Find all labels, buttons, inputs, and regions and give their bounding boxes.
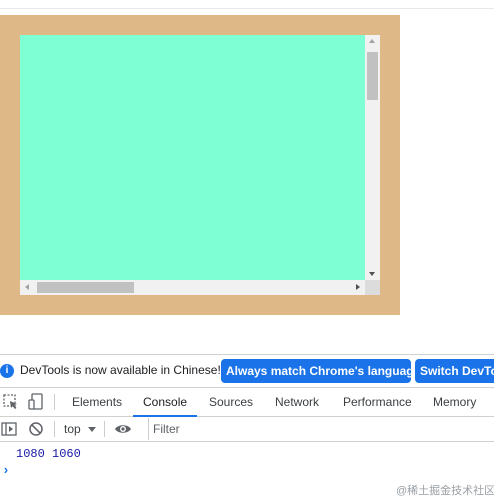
tab-performance[interactable]: Performance bbox=[343, 388, 412, 416]
devtools-panel: i DevTools is now available in Chinese! … bbox=[0, 354, 494, 499]
console-prompt[interactable]: › bbox=[2, 463, 10, 478]
language-infobar: i DevTools is now available in Chinese! … bbox=[0, 355, 494, 388]
horizontal-scroll-thumb[interactable] bbox=[37, 282, 134, 293]
watermark: @稀土掘金技术社区 bbox=[396, 485, 494, 497]
scrollable-box[interactable] bbox=[20, 35, 380, 295]
console-filter-input[interactable]: Filter bbox=[148, 418, 494, 440]
tab-console[interactable]: Console bbox=[132, 388, 198, 417]
vertical-scrollbar[interactable] bbox=[365, 35, 380, 280]
chevron-down-icon[interactable] bbox=[88, 427, 96, 432]
horizontal-scrollbar[interactable] bbox=[20, 280, 365, 295]
context-selector[interactable]: top bbox=[64, 417, 81, 441]
live-expression-eye-icon[interactable] bbox=[114, 421, 132, 442]
vertical-scroll-thumb[interactable] bbox=[367, 52, 378, 100]
switch-devtools-language-button[interactable]: Switch DevTools to Chinese bbox=[415, 359, 494, 383]
always-match-language-button[interactable]: Always match Chrome's language bbox=[221, 359, 411, 383]
clear-console-icon[interactable] bbox=[28, 421, 44, 442]
tab-elements[interactable]: Elements bbox=[72, 388, 122, 416]
scroll-left-arrow-icon[interactable] bbox=[25, 284, 29, 290]
scroll-down-arrow-icon[interactable] bbox=[369, 272, 375, 276]
console-output-line: 1080 1060 bbox=[16, 447, 81, 461]
devtools-tab-bar: Elements Console Sources Network Perform… bbox=[0, 388, 494, 417]
info-icon: i bbox=[0, 364, 14, 378]
tab-network[interactable]: Network bbox=[275, 388, 319, 416]
page-top-divider bbox=[0, 8, 494, 9]
toolbar-divider bbox=[54, 421, 55, 437]
toolbar-divider bbox=[54, 394, 55, 410]
inspect-element-icon[interactable] bbox=[2, 393, 20, 416]
sidebar-toggle-icon[interactable] bbox=[1, 421, 17, 442]
scroll-right-arrow-icon[interactable] bbox=[356, 284, 360, 290]
console-toolbar: top Filter bbox=[0, 417, 494, 442]
tab-memory[interactable]: Memory bbox=[433, 388, 476, 416]
toolbar-divider bbox=[104, 421, 105, 437]
outer-box bbox=[0, 15, 400, 315]
infobar-message: DevTools is now available in Chinese! bbox=[20, 363, 221, 377]
scroll-up-arrow-icon[interactable] bbox=[369, 39, 375, 43]
device-toolbar-icon[interactable] bbox=[28, 393, 44, 416]
scrollbar-corner bbox=[365, 280, 380, 295]
tab-sources[interactable]: Sources bbox=[209, 388, 253, 416]
